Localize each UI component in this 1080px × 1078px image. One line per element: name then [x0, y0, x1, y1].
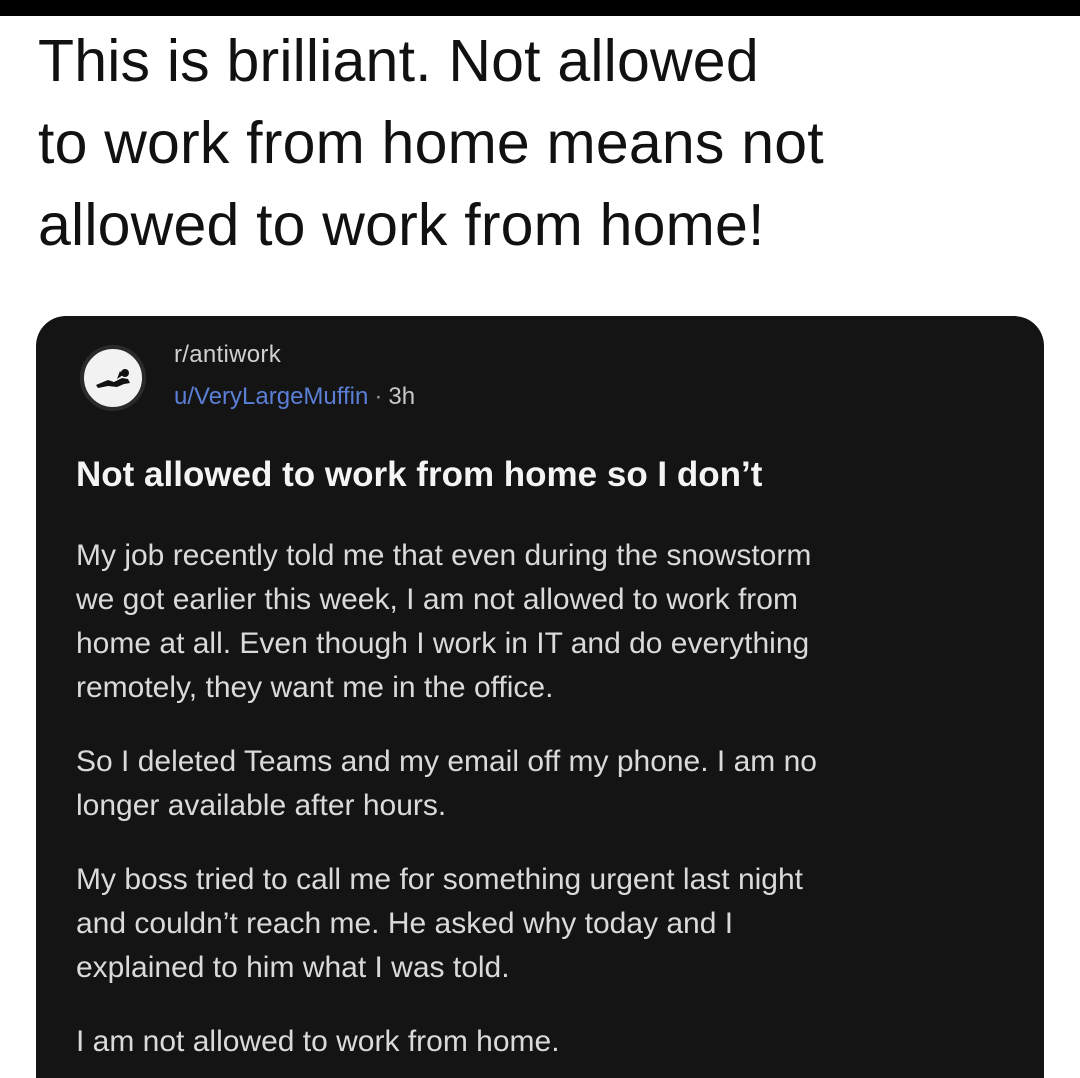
reddit-post-card[interactable]: r/antiwork u/VeryLargeMuffin · 3h Not allo…: [36, 316, 1044, 1078]
meta-separator: ·: [374, 383, 383, 410]
post-body: My job recently told me that even during…: [76, 534, 1026, 1064]
post-age: 3h: [388, 383, 416, 410]
post-paragraph: So I deleted Teams and my email off my p…: [76, 745, 817, 822]
tweet-text: This is brilliant. Not allowed to work f…: [38, 28, 824, 258]
post-title[interactable]: Not allowed to work from home so I don’t: [76, 453, 1026, 497]
antiwork-subreddit-avatar-icon[interactable]: [80, 345, 146, 411]
post-paragraph: My job recently told me that even during…: [76, 539, 812, 704]
subreddit-name[interactable]: r/antiwork: [174, 340, 281, 370]
post-paragraph: My boss tried to call me for something u…: [76, 863, 804, 984]
post-paragraph: I am not allowed to work from home.: [76, 1025, 560, 1058]
top-edge-bar: [0, 0, 1080, 16]
post-meta: u/VeryLargeMuffin · 3h: [174, 382, 415, 412]
reclining-figure-icon: [96, 369, 130, 388]
author-username[interactable]: u/VeryLargeMuffin: [174, 383, 368, 410]
